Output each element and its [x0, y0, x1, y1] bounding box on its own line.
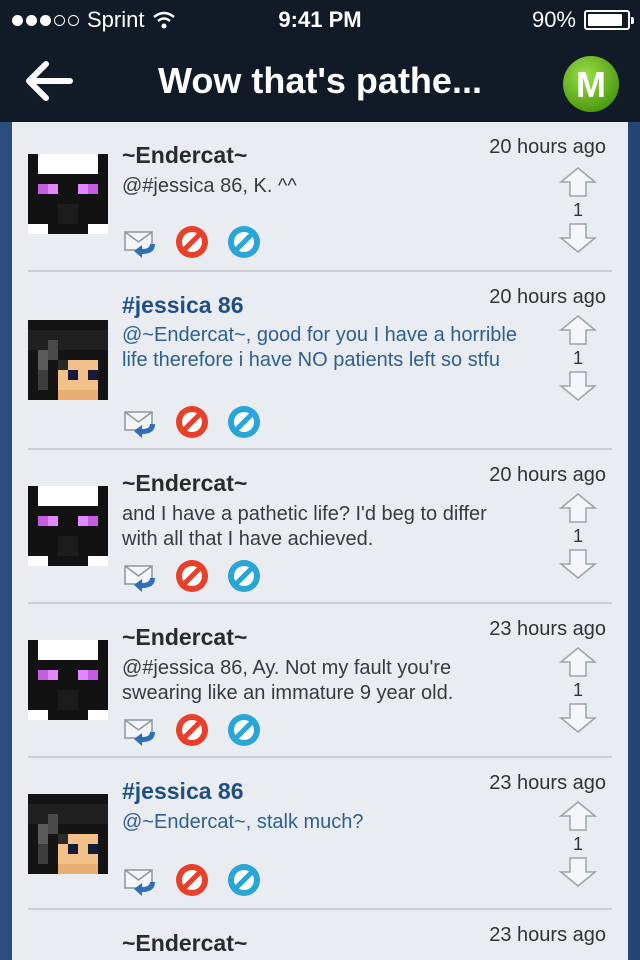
reply-icon[interactable]	[122, 558, 158, 594]
upvote-arrow-icon[interactable]	[559, 166, 597, 198]
vote-count: 1	[572, 200, 583, 220]
comment-time: 23 hours ago	[489, 924, 606, 946]
flag-icon[interactable]	[226, 712, 262, 748]
navigation-bar: Wow that's pathe... M	[0, 40, 640, 122]
back-arrow-icon[interactable]	[22, 58, 74, 104]
comment-text: and I have a pathetic life? I'd beg to d…	[122, 503, 487, 550]
comment-time: 23 hours ago	[489, 618, 606, 640]
comment-actions	[122, 224, 262, 260]
reply-icon[interactable]	[122, 712, 158, 748]
vote-count: 1	[572, 834, 583, 854]
carrier-group: Sprint	[12, 7, 176, 33]
comment-divider	[28, 602, 612, 604]
comment-author[interactable]: ~Endercat~	[122, 624, 247, 651]
comment-divider	[28, 270, 612, 272]
comment-text: @#jessica 86, K. ^^	[122, 175, 297, 197]
upvote-arrow-icon[interactable]	[559, 492, 597, 524]
background-edge-right	[628, 122, 640, 960]
vote-count: 1	[572, 348, 583, 368]
block-icon[interactable]	[174, 712, 210, 748]
comment-actions	[122, 712, 262, 748]
upvote-arrow-icon[interactable]	[559, 800, 597, 832]
upvote-arrow-icon[interactable]	[559, 646, 597, 678]
comment-author[interactable]: ~Endercat~	[122, 470, 247, 497]
pixel-girl-avatar[interactable]	[28, 794, 108, 874]
block-icon[interactable]	[174, 558, 210, 594]
status-bar: Sprint 9:41 PM 90%	[0, 0, 640, 40]
battery-icon	[584, 10, 634, 30]
comment-divider	[28, 908, 612, 910]
comments-list[interactable]: ~Endercat~ 20 hours ago @#jessica 86, K.…	[12, 122, 628, 960]
downvote-arrow-icon[interactable]	[559, 702, 597, 734]
downvote-arrow-icon[interactable]	[559, 856, 597, 888]
comment-time: 23 hours ago	[489, 772, 606, 794]
block-icon[interactable]	[174, 862, 210, 898]
signal-strength-icon	[12, 14, 79, 26]
battery-percent: 90%	[531, 7, 576, 32]
comment-divider	[28, 448, 612, 450]
flag-icon[interactable]	[226, 862, 262, 898]
enderman-avatar[interactable]	[28, 640, 108, 720]
enderman-avatar[interactable]	[28, 486, 108, 566]
vote-control: 1	[558, 646, 598, 734]
comment-time: 20 hours ago	[489, 136, 606, 158]
badge-letter: M	[576, 64, 606, 105]
comment-text: @~Endercat~, stalk much?	[122, 811, 364, 833]
flag-icon[interactable]	[226, 224, 262, 260]
carrier-name: Sprint	[87, 7, 145, 32]
comment-author[interactable]: #jessica 86	[122, 292, 244, 319]
page-title: Wow that's pathe...	[158, 60, 482, 101]
reply-icon[interactable]	[122, 224, 158, 260]
pixel-girl-avatar[interactable]	[28, 320, 108, 400]
downvote-arrow-icon[interactable]	[559, 370, 597, 402]
vote-control: 1	[558, 314, 598, 402]
block-icon[interactable]	[174, 404, 210, 440]
reply-icon[interactable]	[122, 862, 158, 898]
battery-group: 90%	[531, 7, 634, 33]
reply-icon[interactable]	[122, 404, 158, 440]
comment-author[interactable]: ~Endercat~	[122, 142, 247, 169]
comment-author[interactable]: ~Endercat~	[122, 930, 247, 957]
vote-control: 1	[558, 800, 598, 888]
comment-divider	[28, 756, 612, 758]
vote-control: 1	[558, 492, 598, 580]
comment-author[interactable]: #jessica 86	[122, 778, 244, 805]
flag-icon[interactable]	[226, 558, 262, 594]
flag-icon[interactable]	[226, 404, 262, 440]
background-edge-left	[0, 122, 12, 960]
vote-count: 1	[572, 680, 583, 700]
enderman-avatar[interactable]	[28, 154, 108, 234]
wifi-icon	[153, 11, 176, 29]
comment-actions	[122, 862, 262, 898]
vote-control: 1	[558, 166, 598, 254]
downvote-arrow-icon[interactable]	[559, 222, 597, 254]
comment-actions	[122, 404, 262, 440]
comment-actions	[122, 558, 262, 594]
block-icon[interactable]	[174, 224, 210, 260]
comment-time: 20 hours ago	[489, 464, 606, 486]
comment-text: @~Endercat~, good for you I have a horri…	[122, 324, 517, 371]
downvote-arrow-icon[interactable]	[559, 548, 597, 580]
upvote-arrow-icon[interactable]	[559, 314, 597, 346]
m-badge-icon[interactable]: M	[562, 55, 620, 113]
comment-time: 20 hours ago	[489, 286, 606, 308]
comment-text: @#jessica 86, Ay. Not my fault you're sw…	[122, 657, 454, 704]
vote-count: 1	[572, 526, 583, 546]
